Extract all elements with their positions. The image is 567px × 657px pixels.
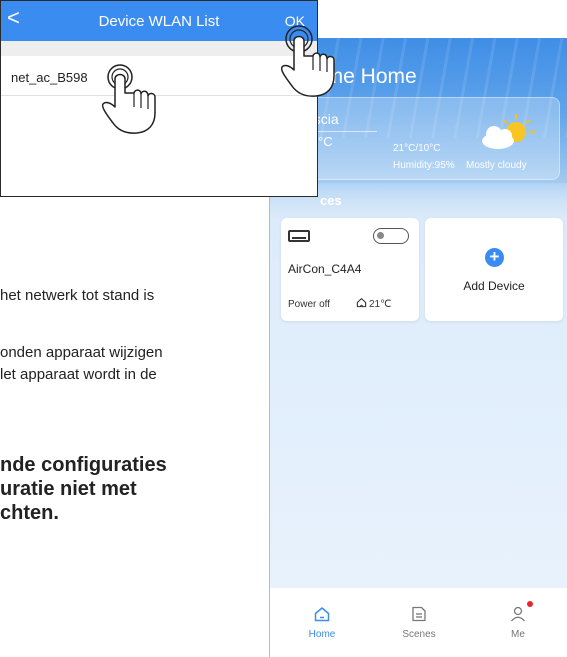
- user-icon: [511, 606, 525, 622]
- tap-hand-icon: [101, 64, 156, 134]
- manual-bold-line-1: nde configuraties: [0, 454, 167, 476]
- wlan-network-name: net_ac_B598: [11, 70, 88, 85]
- sun-cloud-icon: [482, 114, 535, 149]
- power-toggle[interactable]: [373, 228, 409, 244]
- weather-range: 21°C/10°C: [393, 143, 441, 154]
- scenes-icon: [412, 606, 426, 622]
- tab-home[interactable]: Home: [282, 591, 362, 657]
- manual-bold-line-2: uratie niet met: [0, 478, 137, 500]
- house-icon: [356, 298, 367, 308]
- tab-scenes-label: Scenes: [402, 629, 436, 640]
- tab-scenes[interactable]: Scenes: [379, 591, 459, 657]
- device-status: Power off: [288, 299, 331, 310]
- add-device-label: Add Device: [463, 279, 525, 293]
- wlan-header: < Device WLAN List OK: [1, 1, 317, 41]
- devices-section-label: ces: [320, 193, 342, 208]
- room-temperature-value: 21℃: [369, 299, 392, 310]
- tab-me-label: Me: [511, 629, 525, 640]
- bottom-tab-bar: Home Scenes Me: [270, 591, 567, 657]
- home-icon: [314, 607, 330, 622]
- device-name: AirCon_C4A4: [288, 262, 362, 276]
- manual-text-line-3: let apparaat wordt in de: [0, 366, 157, 383]
- wlan-list-divider: [1, 41, 317, 56]
- manual-text-line-2: onden apparaat wijzigen: [0, 344, 163, 361]
- plus-icon: +: [485, 248, 504, 267]
- wlan-title: Device WLAN List: [98, 13, 220, 30]
- toggle-knob: [377, 232, 384, 239]
- air-conditioner-icon: [288, 230, 310, 242]
- manual-text-line-1: het netwerk tot stand is: [0, 287, 155, 304]
- add-device-card[interactable]: + Add Device: [425, 218, 563, 321]
- tab-home-label: Home: [308, 629, 336, 640]
- tap-hand-icon: [280, 25, 335, 97]
- weather-condition: Mostly cloudy: [466, 160, 527, 171]
- tab-me[interactable]: Me: [478, 591, 558, 657]
- notification-dot: [527, 601, 533, 607]
- device-card[interactable]: AirCon_C4A4 Power off 21℃: [281, 218, 419, 321]
- weather-humidity: Humidity:95%: [393, 160, 455, 171]
- room-temperature: 21℃: [356, 297, 391, 310]
- weather-unit: °C: [318, 134, 333, 149]
- manual-bold-line-3: chten.: [0, 502, 59, 524]
